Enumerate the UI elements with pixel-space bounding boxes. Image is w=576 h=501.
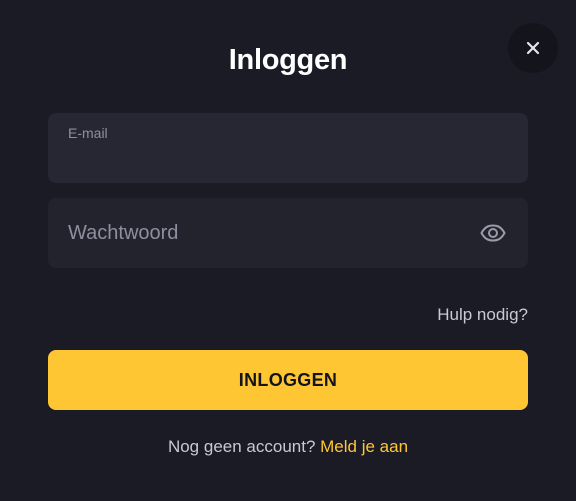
modal-title: Inloggen	[228, 44, 348, 76]
password-visibility-toggle[interactable]	[478, 220, 508, 246]
email-field[interactable]: E-mail	[48, 113, 528, 183]
signup-prompt: Nog geen account?	[167, 437, 316, 456]
password-input[interactable]	[68, 220, 468, 246]
signup-link[interactable]: Meld je aan	[320, 437, 408, 456]
login-button[interactable]: INLOGGEN	[48, 350, 528, 410]
signup-row: Nog geen account? Meld je aan	[0, 437, 576, 457]
password-field[interactable]	[48, 198, 528, 268]
login-modal: Inloggen E-mail Hulp nodig? INLOGGEN Nog…	[0, 0, 576, 501]
help-link[interactable]: Hulp nodig?	[437, 305, 528, 325]
eye-icon	[480, 224, 506, 242]
email-input[interactable]	[68, 147, 508, 173]
email-label: E-mail	[68, 125, 108, 141]
